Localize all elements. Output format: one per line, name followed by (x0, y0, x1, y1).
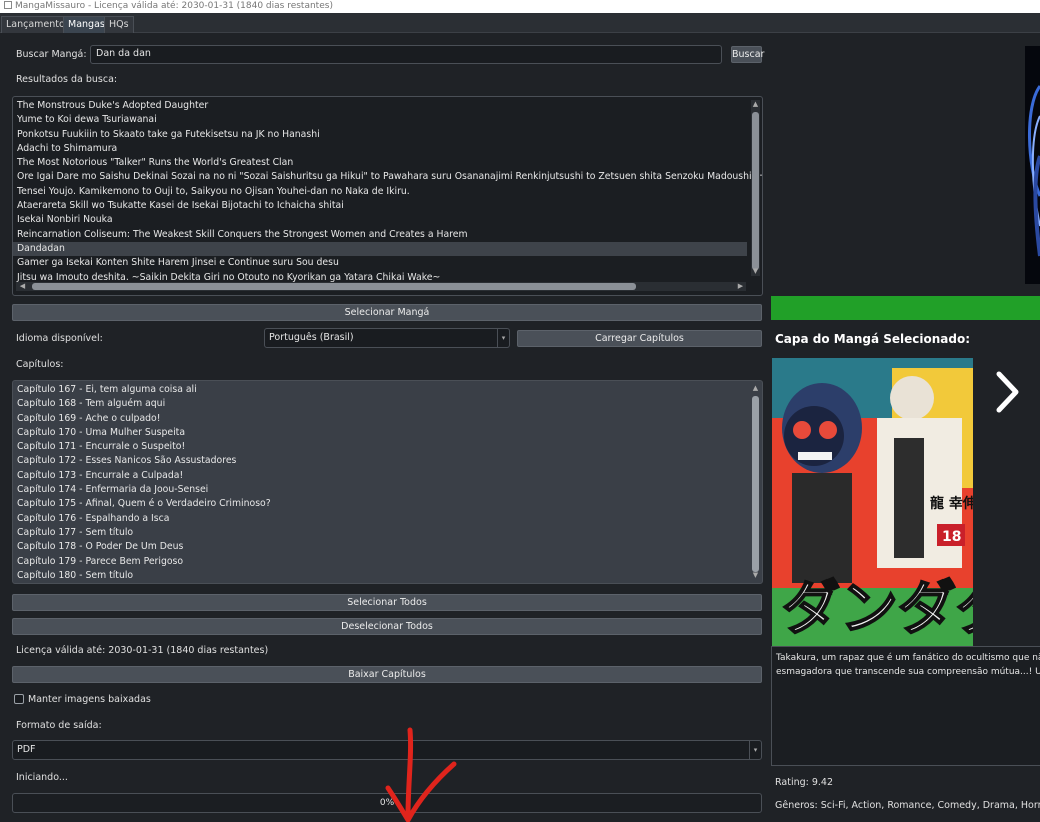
scroll-up-icon[interactable]: ▲ (751, 384, 760, 393)
chapters-list: Capítulo 167 - Ei, tem alguma coisa ali C… (12, 380, 763, 584)
chapter-item[interactable]: Capítulo 177 - Sem título (13, 526, 747, 540)
load-chapters-button[interactable]: Carregar Capítulos (517, 330, 762, 347)
search-label: Buscar Mangá: (16, 49, 87, 60)
output-format-label: Formato de saída: (16, 720, 102, 731)
search-result-item[interactable]: Adachi to Shimamura (13, 142, 747, 156)
language-select-value: Português (Brasil) (269, 332, 354, 343)
chapter-item[interactable]: Capítulo 169 - Ache o culpado! (13, 412, 747, 426)
keep-images-checkbox[interactable] (14, 694, 24, 704)
search-input[interactable]: Dan da dan (90, 45, 722, 64)
search-result-item[interactable]: Ponkotsu Fuukiiin to Skaato take ga Fute… (13, 128, 747, 142)
chapter-item[interactable]: Capítulo 178 - O Poder De Um Deus (13, 540, 747, 554)
search-results-rows: The Monstrous Duke's Adopted Daughter Yum… (13, 99, 762, 285)
results-vertical-scrollbar[interactable]: ▲ ▼ (751, 100, 760, 276)
chapter-item[interactable]: Capítulo 172 - Esses Nanicos São Assusta… (13, 454, 747, 468)
synopsis-box: Takakura, um rapaz que é um fanático do … (771, 646, 1040, 766)
search-result-item[interactable]: Yume to Koi dewa Tsuriawanai (13, 113, 747, 127)
chapter-item[interactable]: Capítulo 167 - Ei, tem alguma coisa ali (13, 383, 747, 397)
output-format-select[interactable]: PDF ▾ (12, 740, 762, 760)
language-label: Idioma disponível: (16, 333, 103, 344)
select-manga-button[interactable]: Selecionar Mangá (12, 304, 762, 321)
chapter-item[interactable]: Capítulo 171 - Encurrale o Suspeito! (13, 440, 747, 454)
scroll-right-icon[interactable]: ▶ (736, 282, 745, 291)
manga-cover-image: ダンダダン 龍 幸伸 18 (772, 358, 973, 646)
search-result-item[interactable]: The Monstrous Duke's Adopted Daughter (13, 99, 747, 113)
search-result-item[interactable]: Isekai Nonbiri Nouka (13, 213, 747, 227)
selection-status-bar (771, 296, 1040, 320)
language-select[interactable]: Português (Brasil) ▾ (264, 328, 510, 348)
progress-text: 0% (379, 798, 395, 808)
tab-bar: Lançamento Mangas HQs (0, 13, 1040, 33)
search-result-item[interactable]: Ore Igai Dare mo Saishu Dekinai Sozai na… (13, 170, 762, 184)
chapter-item[interactable]: Capítulo 175 - Afinal, Quem é o Verdadei… (13, 497, 747, 511)
cover-author-art: 龍 幸伸 (930, 495, 973, 512)
chevron-down-icon[interactable]: ▾ (497, 329, 509, 347)
search-result-item[interactable]: Dandadan (13, 241, 747, 257)
license-text: Licença válida até: 2030-01-31 (1840 dia… (16, 645, 269, 656)
synopsis-line: Takakura, um rapaz que é um fanático do … (776, 653, 1040, 663)
scroll-left-icon[interactable]: ◀ (18, 282, 27, 291)
search-result-item[interactable]: Tensei Youjo. Kamikemono to Ouji to, Sai… (13, 185, 747, 199)
synopsis-line: esmagadora que transcende sua compreensã… (776, 667, 1040, 677)
results-vscroll-thumb[interactable] (752, 112, 759, 270)
app-icon (4, 1, 12, 9)
mangas-tab-content: Buscar Mangá: Dan da dan Buscar Resultad… (0, 34, 1040, 822)
previous-cover-image (1025, 46, 1040, 284)
chapters-vertical-scrollbar[interactable]: ▲ ▼ (751, 384, 760, 580)
chapters-label: Capítulos: (16, 359, 64, 370)
cover-panel-title: Capa do Mangá Selecionado: (775, 332, 971, 346)
download-progress-bar: 0% (12, 793, 762, 813)
download-chapters-button[interactable]: Baixar Capítulos (12, 666, 762, 683)
cover-panel: Capa do Mangá Selecionado: ダンダダン (770, 34, 1040, 822)
select-all-button[interactable]: Selecionar Todos (12, 594, 762, 611)
chapter-item[interactable]: Capítulo 176 - Espalhando a Isca (13, 512, 747, 526)
results-hscroll-thumb[interactable] (32, 283, 636, 290)
search-result-item[interactable]: Ataerareta Skill wo Tsukatte Kasei de Is… (13, 199, 747, 213)
tab-lancamento[interactable]: Lançamento (1, 16, 70, 33)
chevron-down-icon[interactable]: ▾ (749, 741, 761, 759)
window-titlebar: MangaMissauro - Licença válida até: 2030… (0, 0, 1040, 13)
scroll-down-icon[interactable]: ▼ (751, 267, 760, 276)
chapter-rows: Capítulo 167 - Ei, tem alguma coisa ali C… (13, 383, 747, 583)
deselect-all-button[interactable]: Deselecionar Todos (12, 618, 762, 635)
keep-images-label: Manter imagens baixadas (28, 694, 151, 705)
status-text: Iniciando... (16, 772, 68, 783)
chapter-item[interactable]: Capítulo 170 - Uma Mulher Suspeita (13, 426, 747, 440)
window-title: MangaMissauro - Licença válida até: 2030… (15, 1, 333, 11)
scroll-up-icon[interactable]: ▲ (751, 100, 760, 109)
chapters-vscroll-thumb[interactable] (752, 396, 759, 572)
output-format-value: PDF (17, 744, 36, 755)
search-button[interactable]: Buscar (731, 46, 764, 63)
chapter-item[interactable]: Capítulo 168 - Tem alguém aqui (13, 397, 747, 411)
tab-mangas[interactable]: Mangas (63, 16, 110, 33)
chapter-item[interactable]: Capítulo 174 - Enfermaria da Joou-Sensei (13, 483, 747, 497)
genres-text: Gêneros: Sci-Fi, Action, Romance, Comedy… (775, 800, 1040, 811)
rating-text: Rating: 9.42 (775, 777, 834, 788)
search-result-item[interactable]: The Most Notorious "Talker" Runs the Wor… (13, 156, 747, 170)
search-results-list: The Monstrous Duke's Adopted Daughter Yum… (12, 96, 763, 296)
cover-title-art: ダンダダン (782, 574, 973, 642)
chevron-right-icon[interactable] (992, 370, 1022, 414)
search-result-item[interactable]: Reincarnation Coliseum: The Weakest Skil… (13, 228, 747, 242)
chapter-item[interactable]: Capítulo 173 - Encurrale a Culpada! (13, 469, 747, 483)
cover-volume-number: 18 (942, 529, 961, 545)
search-result-item[interactable]: Gamer ga Isekai Konten Shite Harem Jinse… (13, 256, 747, 270)
scroll-down-icon[interactable]: ▼ (751, 571, 760, 580)
chapter-item[interactable]: Capítulo 180 - Sem título (13, 569, 747, 583)
results-label: Resultados da busca: (16, 74, 118, 85)
results-horizontal-scrollbar[interactable]: ◀ ▶ (16, 282, 746, 291)
tab-hqs[interactable]: HQs (104, 16, 134, 33)
chapter-item[interactable]: Capítulo 179 - Parece Bem Perigoso (13, 555, 747, 569)
